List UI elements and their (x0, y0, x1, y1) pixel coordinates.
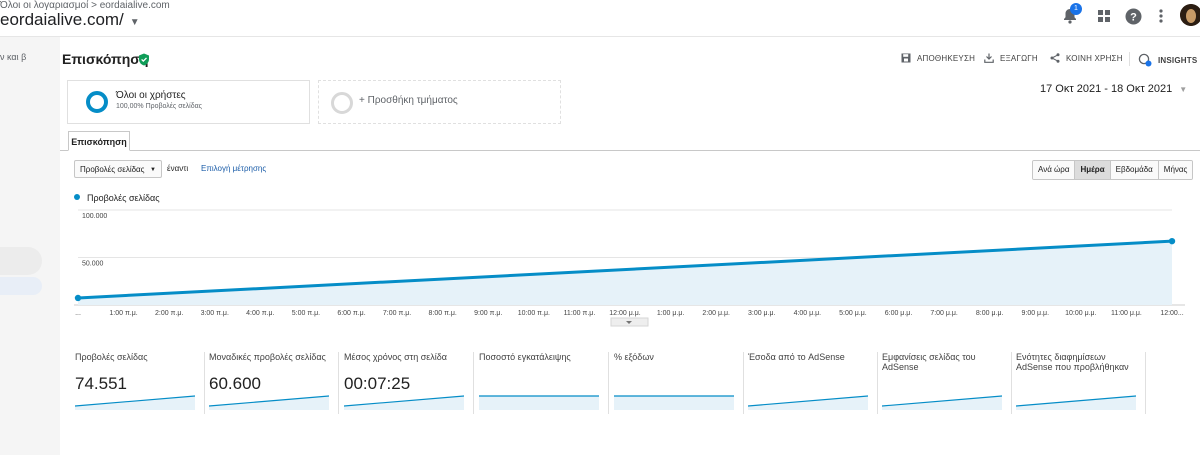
metric-card[interactable]: Μέσος χρόνος στη σελίδα 00:07:25 (344, 352, 474, 414)
x-tick-label: 7:00 π.μ. (383, 310, 411, 317)
metric-label: Έσοδα από το AdSense (748, 352, 845, 362)
sparkline (479, 395, 599, 410)
x-axis: ... 1:00 π.μ. 2:00 π.μ. 3:00 π.μ. 4:00 π.μ. 5… (75, 310, 1184, 317)
metric-card[interactable]: Μοναδικές προβολές σελίδας 60.600 (209, 352, 339, 414)
metric-label: Ενότητες διαφημίσεων AdSense που προβλήθ… (1016, 352, 1129, 372)
legend-label: Προβολές σελίδας (87, 193, 160, 203)
x-tick-label: 3:00 π.μ. (201, 310, 229, 317)
x-tick-label: 6:00 μ.μ. (885, 310, 913, 317)
x-tick-label: 3:00 μ.μ. (748, 310, 776, 317)
x-tick-label: 9:00 π.μ. (474, 310, 502, 317)
x-tick-label: 7:00 μ.μ. (930, 310, 958, 317)
x-tick-label: 1:00 π.μ. (109, 310, 137, 317)
pageviews-chart: Προβολές σελίδας 100.000 50.000 ... 1:00 π… (74, 193, 1185, 327)
metric-card[interactable]: Εμφανίσεις σελίδας του AdSense (882, 352, 1012, 414)
sparkline (1016, 395, 1136, 410)
metric-card[interactable]: Έσοδα από το AdSense (748, 352, 878, 414)
x-tick-label: 5:00 π.μ. (292, 310, 320, 317)
x-tick-label: 10:00 π.μ. (518, 310, 550, 317)
x-tick-label: 5:00 μ.μ. (839, 310, 867, 317)
metric-card[interactable]: % εξόδων (614, 352, 744, 414)
sparkline-area (479, 396, 599, 410)
metric-label: Ποσοστό εγκατάλειψης (479, 352, 571, 362)
metric-label: Εμφανίσεις σελίδας του AdSense (882, 352, 976, 372)
sparkline (75, 395, 195, 410)
sparkline (882, 395, 1002, 410)
y-tick-label: 50.000 (82, 261, 104, 268)
y-axis: 100.000 50.000 (82, 213, 107, 268)
x-tick-label: 12:00... (1160, 310, 1183, 317)
data-point[interactable] (1168, 237, 1176, 245)
x-tick-label: 6:00 π.μ. (337, 310, 365, 317)
metric-card[interactable]: Προβολές σελίδας 74.551 (75, 352, 205, 414)
metric-card[interactable]: Ενότητες διαφημίσεων AdSense που προβλήθ… (1016, 352, 1146, 414)
x-tick-label: 4:00 π.μ. (246, 310, 274, 317)
sparkline (344, 395, 464, 410)
metric-label: % εξόδων (614, 352, 654, 362)
x-tick-label: 11:00 π.μ. (564, 310, 596, 317)
metric-label: Μέσος χρόνος στη σελίδα (344, 352, 447, 362)
y-tick-label: 100.000 (82, 213, 107, 220)
metric-label: Προβολές σελίδας (75, 352, 148, 362)
x-tick-label: 12:00 μ.μ. (609, 310, 640, 317)
metric-label: Μοναδικές προβολές σελίδας (209, 352, 326, 362)
x-tick-label: 2:00 π.μ. (155, 310, 183, 317)
data-point[interactable] (74, 294, 82, 302)
sparkline-area (614, 396, 734, 410)
legend-dot-icon (74, 194, 80, 200)
x-tick-label: 9:00 μ.μ. (1021, 310, 1049, 317)
sparkline (614, 395, 734, 410)
x-tick-label: 2:00 μ.μ. (702, 310, 730, 317)
sparkline (748, 395, 868, 410)
sparkline (209, 395, 329, 410)
x-tick-label: 10:00 μ.μ. (1065, 310, 1096, 317)
x-tick-label: ... (75, 310, 81, 317)
x-tick-label: 1:00 μ.μ. (657, 310, 685, 317)
metric-card[interactable]: Ποσοστό εγκατάλειψης (479, 352, 609, 414)
x-tick-label: 4:00 μ.μ. (794, 310, 822, 317)
x-tick-label: 8:00 π.μ. (429, 310, 457, 317)
x-tick-label: 11:00 μ.μ. (1111, 310, 1142, 317)
x-tick-label: 8:00 μ.μ. (976, 310, 1004, 317)
